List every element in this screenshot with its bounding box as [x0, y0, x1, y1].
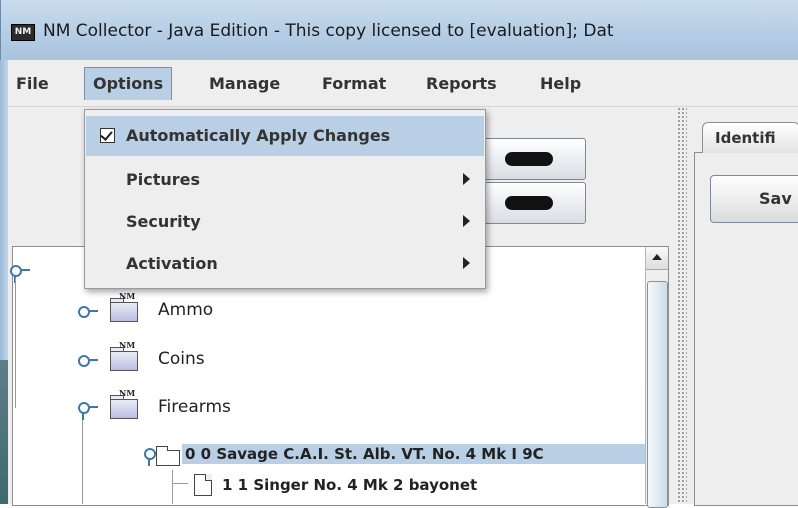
- window-title: NM Collector - Java Edition - This copy …: [43, 21, 614, 41]
- tree-node-firearms[interactable]: Firearms: [158, 397, 231, 417]
- tab-identification[interactable]: Identifi: [702, 122, 798, 153]
- menu-item-label: Activation: [126, 254, 218, 273]
- dash-icon: [505, 152, 553, 166]
- options-dropdown-menu: Automatically Apply Changes Pictures Sec…: [84, 109, 486, 289]
- menu-item-label: Security: [126, 212, 201, 231]
- panel-splitter[interactable]: [677, 107, 687, 504]
- menu-item-label: Pictures: [126, 170, 200, 189]
- checkbox-checked-icon: [100, 128, 115, 143]
- menu-reports[interactable]: Reports: [418, 68, 505, 100]
- menu-bar: File Options Manage Format Reports Help: [8, 60, 798, 107]
- tree-node-selected-item[interactable]: 0 0 Savage C.A.I. St. Alb. VT. No. 4 Mk …: [182, 444, 646, 464]
- menu-item-label: Automatically Apply Changes: [126, 126, 391, 145]
- menu-help[interactable]: Help: [532, 68, 589, 100]
- tree-line: [82, 420, 83, 504]
- submenu-arrow-icon: [463, 257, 470, 269]
- tree-expander-icon[interactable]: [78, 306, 98, 320]
- submenu-arrow-icon: [463, 173, 470, 185]
- menu-file[interactable]: File: [8, 68, 57, 100]
- menu-options[interactable]: Options: [84, 67, 173, 100]
- tree-node-ammo[interactable]: Ammo: [158, 300, 213, 320]
- dash-icon: [505, 196, 553, 210]
- window-title-bar[interactable]: NM NM Collector - Java Edition - This co…: [0, 0, 798, 60]
- scroll-thumb[interactable]: [647, 281, 668, 508]
- menu-item-pictures[interactable]: Pictures: [86, 160, 484, 200]
- save-button-label: Sav: [759, 189, 792, 208]
- scroll-up-arrow-icon[interactable]: [646, 247, 668, 270]
- app-icon[interactable]: NM: [11, 24, 35, 41]
- document-icon: [194, 474, 212, 496]
- tree-scrollbar[interactable]: [645, 247, 668, 508]
- menu-item-activation[interactable]: Activation: [86, 244, 484, 284]
- folder-icon: [156, 446, 180, 466]
- menu-item-auto-apply[interactable]: Automatically Apply Changes: [86, 116, 484, 156]
- nm-folder-icon: NM: [110, 340, 138, 371]
- save-button[interactable]: Sav: [710, 175, 798, 223]
- menu-format[interactable]: Format: [314, 68, 394, 100]
- menu-manage[interactable]: Manage: [201, 68, 288, 100]
- menu-item-security[interactable]: Security: [86, 202, 484, 242]
- tree-line: [172, 470, 173, 504]
- submenu-arrow-icon: [463, 215, 470, 227]
- tree-node-coins[interactable]: Coins: [158, 349, 205, 369]
- tree-line: [15, 278, 16, 408]
- nm-folder-icon: NM: [110, 388, 138, 419]
- tree-expander-icon[interactable]: [78, 355, 98, 369]
- tree-expander-icon[interactable]: [10, 265, 30, 283]
- tree-expander-icon[interactable]: [78, 402, 98, 420]
- tree-line: [172, 483, 188, 484]
- window-frame-lower: [0, 360, 8, 504]
- tree-node-bayonet[interactable]: 1 1 Singer No. 4 Mk 2 bayonet: [222, 476, 477, 494]
- tab-identification-label: Identifi: [715, 129, 776, 147]
- nm-folder-icon: NM: [110, 291, 138, 322]
